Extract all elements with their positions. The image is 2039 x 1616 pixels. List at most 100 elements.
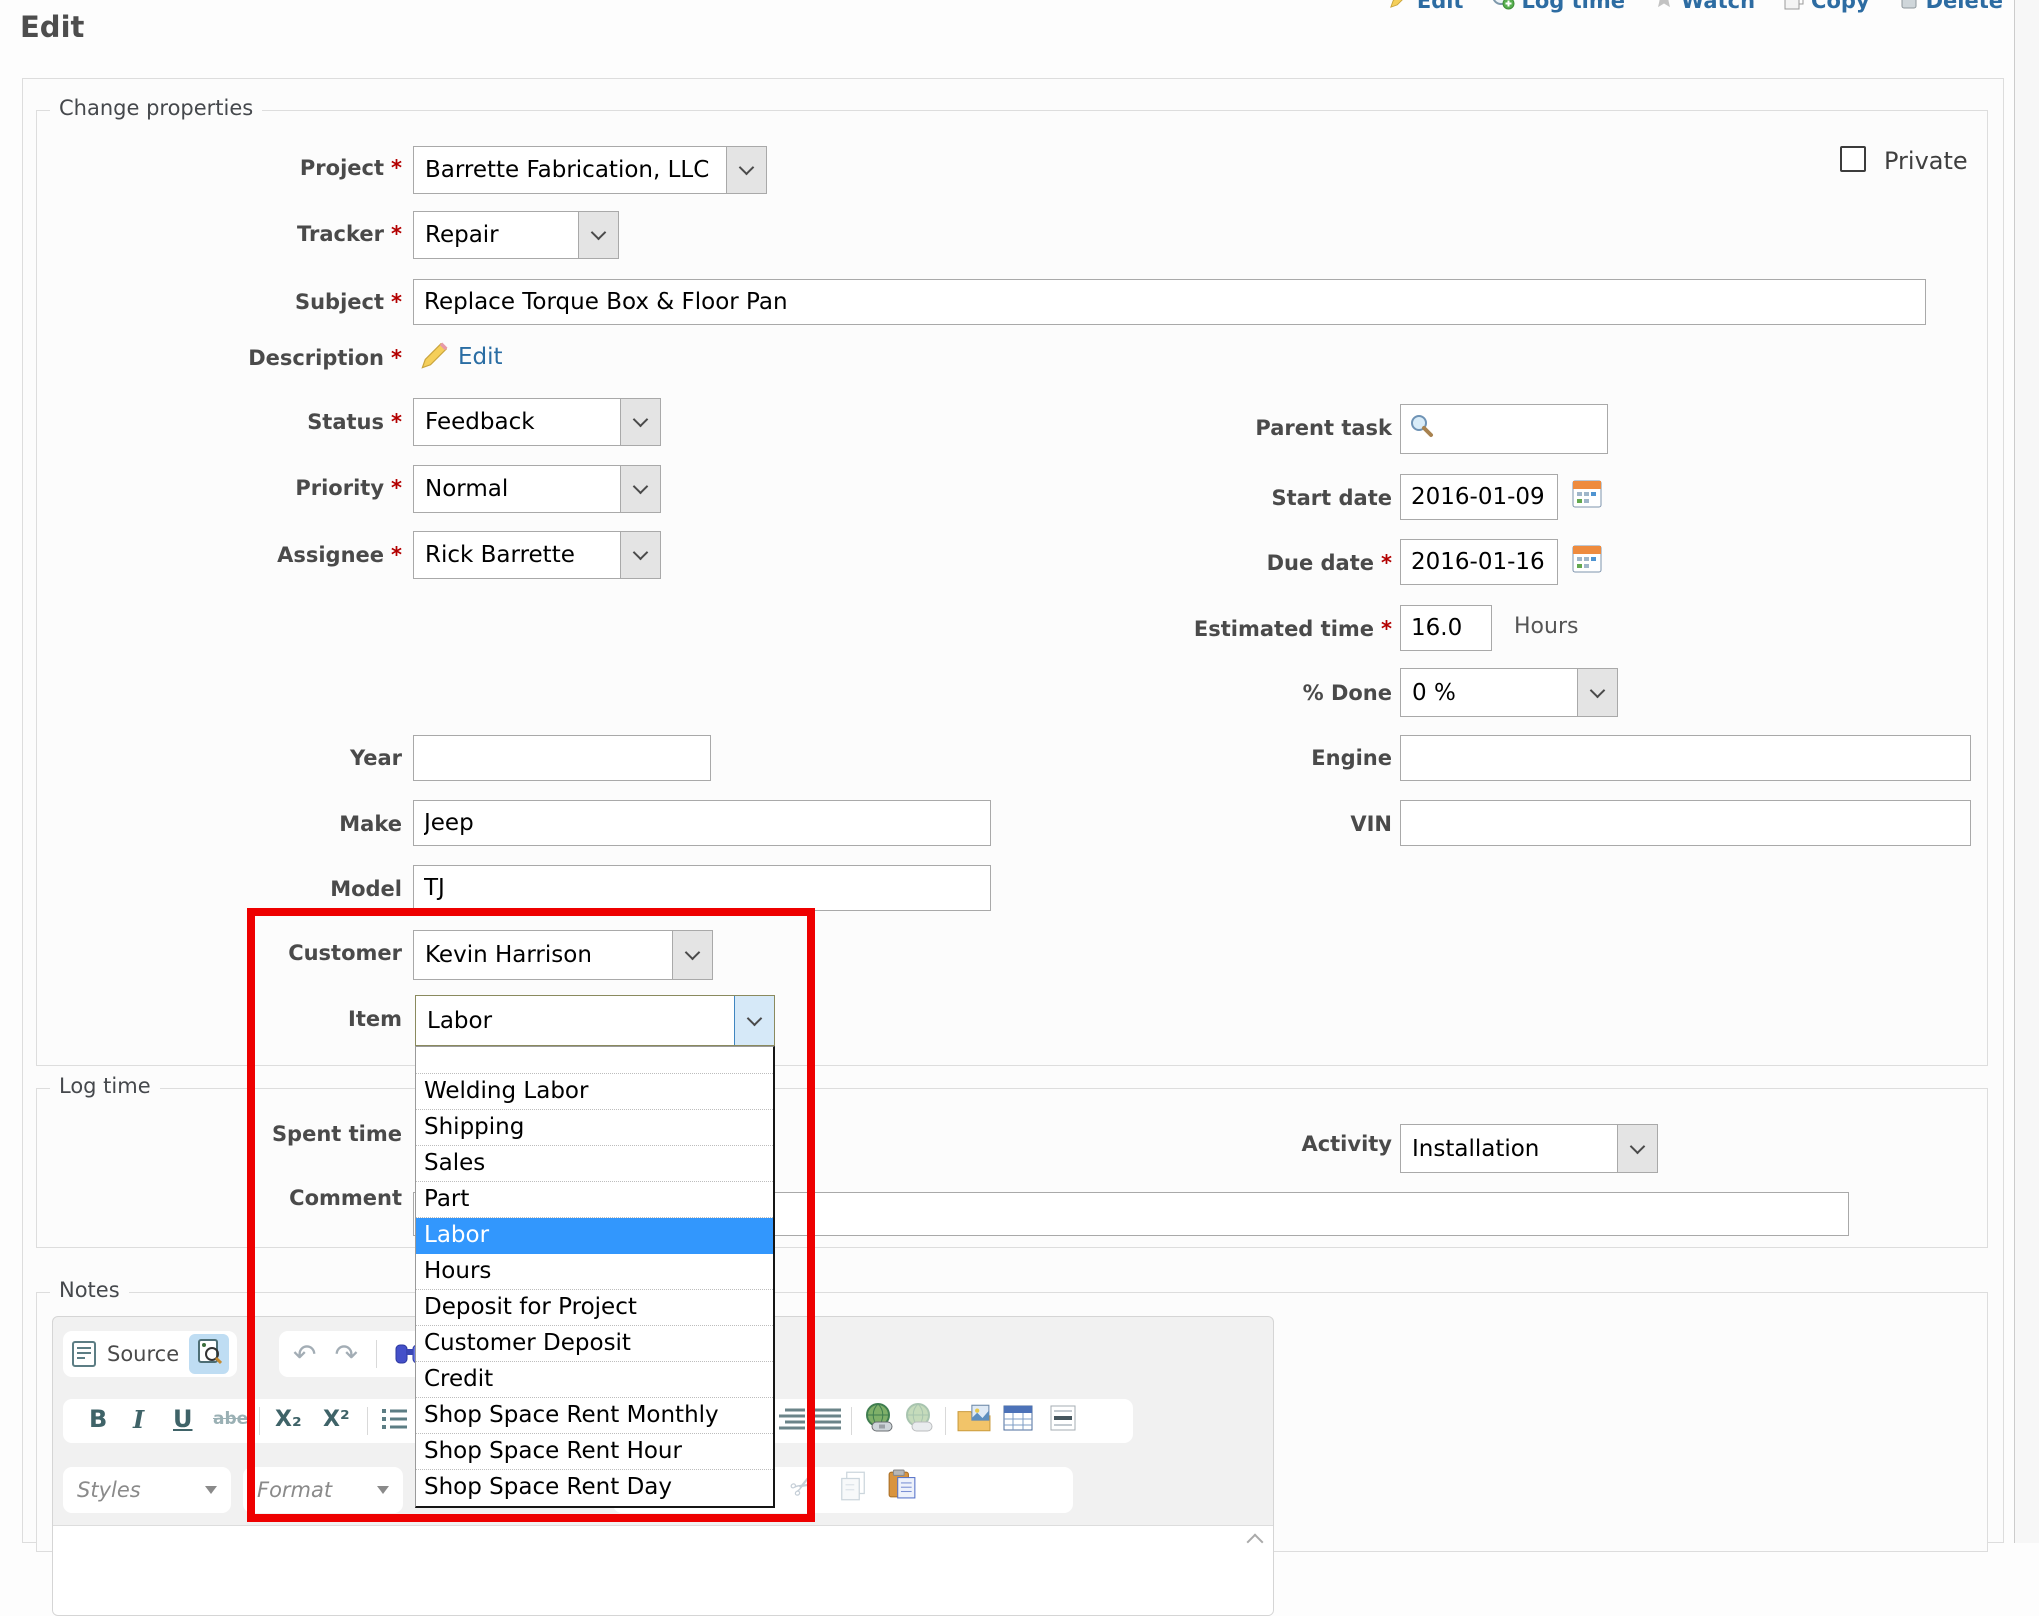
chevron-down-icon bbox=[1590, 682, 1606, 698]
dropdown-option[interactable]: Customer Deposit bbox=[416, 1326, 773, 1362]
templates-icon bbox=[196, 1338, 222, 1370]
chevron-down-icon bbox=[685, 945, 701, 961]
project-select-button[interactable] bbox=[726, 147, 766, 193]
tracker-select[interactable]: Repair bbox=[413, 211, 619, 259]
log-time-legend: Log time bbox=[50, 1074, 160, 1098]
justify-icon[interactable] bbox=[815, 1407, 841, 1431]
toolbar-separator bbox=[945, 1407, 946, 1435]
activity-label: Activity bbox=[1080, 1132, 1392, 1156]
dropdown-option[interactable]: Credit bbox=[416, 1362, 773, 1398]
toolbar-separator bbox=[851, 1407, 852, 1435]
status-select-button[interactable] bbox=[620, 399, 660, 445]
customer-value: Kevin Harrison bbox=[414, 931, 672, 979]
dropdown-option[interactable]: Part bbox=[416, 1182, 773, 1218]
chevron-down-icon bbox=[633, 479, 649, 495]
private-checkbox[interactable] bbox=[1840, 146, 1866, 172]
notes-legend: Notes bbox=[50, 1278, 129, 1302]
change-properties-legend: Change properties bbox=[50, 96, 262, 120]
priority-select-button[interactable] bbox=[620, 466, 660, 512]
browser-scrollbar[interactable] bbox=[2014, 0, 2039, 1543]
customer-select[interactable]: Kevin Harrison bbox=[413, 930, 713, 980]
dropdown-option[interactable]: Shipping bbox=[416, 1110, 773, 1146]
context-copy-link[interactable]: Copy bbox=[1783, 0, 1870, 15]
calendar-icon[interactable] bbox=[1572, 478, 1602, 512]
undo-icon[interactable]: ↶ bbox=[293, 1338, 316, 1371]
percent-done-select[interactable]: 0 % bbox=[1400, 668, 1618, 717]
edit-description-link[interactable]: Edit bbox=[458, 344, 503, 370]
activity-select-button[interactable] bbox=[1617, 1125, 1657, 1172]
dropdown-option-selected[interactable]: Labor bbox=[416, 1218, 773, 1254]
dropdown-option[interactable]: Shop Space Rent Day bbox=[416, 1470, 773, 1506]
context-edit-link[interactable]: Edit bbox=[1389, 0, 1464, 14]
horizontal-rule-icon[interactable] bbox=[1049, 1405, 1077, 1431]
dropdown-option[interactable]: Shop Space Rent Hour bbox=[416, 1434, 773, 1470]
activity-value: Installation bbox=[1401, 1125, 1617, 1172]
activity-select[interactable]: Installation bbox=[1400, 1124, 1658, 1173]
superscript-button[interactable]: X² bbox=[323, 1407, 350, 1432]
chevron-down-icon bbox=[747, 1010, 763, 1026]
image-icon[interactable] bbox=[957, 1403, 991, 1433]
due-date-input[interactable] bbox=[1400, 539, 1558, 585]
assignee-select-button[interactable] bbox=[620, 532, 660, 578]
year-input[interactable] bbox=[413, 735, 711, 781]
paste-icon[interactable] bbox=[887, 1469, 917, 1499]
make-input[interactable] bbox=[413, 800, 991, 846]
strikethrough-button[interactable]: abe bbox=[213, 1409, 248, 1429]
calendar-icon[interactable] bbox=[1572, 543, 1602, 577]
vin-input[interactable] bbox=[1400, 800, 1971, 846]
subject-input[interactable] bbox=[413, 279, 1926, 325]
tracker-value: Repair bbox=[414, 212, 578, 258]
align-right-icon[interactable] bbox=[779, 1407, 805, 1431]
copy-icon bbox=[1783, 0, 1805, 15]
table-icon[interactable] bbox=[1003, 1405, 1033, 1431]
context-watch-link[interactable]: Watch bbox=[1653, 0, 1755, 14]
context-toolbar: Edit Log time Watch Copy Delete bbox=[1389, 0, 2003, 15]
item-select-button[interactable] bbox=[734, 996, 774, 1045]
underline-button[interactable]: U bbox=[173, 1405, 193, 1433]
dropdown-option[interactable]: Shop Space Rent Monthly bbox=[416, 1398, 773, 1434]
percent-done-select-button[interactable] bbox=[1577, 669, 1617, 716]
assignee-select[interactable]: Rick Barrette bbox=[413, 531, 661, 579]
templates-button[interactable] bbox=[189, 1334, 229, 1374]
numbered-list-icon[interactable] bbox=[381, 1407, 407, 1431]
format-dropdown[interactable]: Format bbox=[243, 1467, 403, 1513]
dropdown-option[interactable]: Hours bbox=[416, 1254, 773, 1290]
assignee-value: Rick Barrette bbox=[414, 532, 620, 578]
redo-icon[interactable]: ↷ bbox=[334, 1338, 357, 1371]
estimated-time-input[interactable] bbox=[1400, 605, 1492, 651]
source-button[interactable]: Source bbox=[107, 1342, 179, 1366]
link-icon[interactable] bbox=[863, 1403, 897, 1433]
page-title: Edit bbox=[20, 10, 84, 44]
subscript-button[interactable]: X₂ bbox=[275, 1407, 302, 1432]
customer-select-button[interactable] bbox=[672, 931, 712, 979]
dropdown-option[interactable] bbox=[416, 1047, 773, 1074]
status-select[interactable]: Feedback bbox=[413, 398, 661, 446]
italic-button[interactable]: I bbox=[133, 1405, 144, 1434]
due-date-label: Due date* bbox=[1020, 551, 1392, 575]
context-delete-link[interactable]: Delete bbox=[1898, 0, 2003, 15]
copy-pages-icon[interactable] bbox=[839, 1471, 867, 1501]
model-input[interactable] bbox=[413, 865, 991, 911]
start-date-input[interactable] bbox=[1400, 474, 1558, 520]
styles-dropdown[interactable]: Styles bbox=[63, 1467, 231, 1513]
dropdown-option[interactable]: Deposit for Project bbox=[416, 1290, 773, 1326]
dropdown-arrow-icon bbox=[377, 1486, 389, 1494]
context-edit-label: Edit bbox=[1417, 0, 1464, 13]
engine-input[interactable] bbox=[1400, 735, 1971, 781]
editor-content-area[interactable] bbox=[53, 1525, 1273, 1616]
context-watch-label: Watch bbox=[1681, 0, 1755, 13]
priority-select[interactable]: Normal bbox=[413, 465, 661, 513]
change-properties-fieldset bbox=[36, 110, 1988, 1066]
chevron-down-icon bbox=[1630, 1138, 1646, 1154]
context-log-time-link[interactable]: Log time bbox=[1491, 0, 1625, 15]
project-select[interactable]: Barrette Fabrication, LLC bbox=[413, 146, 767, 194]
item-select[interactable]: Labor bbox=[415, 995, 775, 1046]
bold-button[interactable]: B bbox=[89, 1405, 107, 1433]
dropdown-option[interactable]: Sales bbox=[416, 1146, 773, 1182]
scroll-up-icon[interactable] bbox=[1247, 1534, 1264, 1551]
make-label: Make bbox=[20, 812, 402, 836]
unlink-icon[interactable] bbox=[903, 1403, 937, 1433]
parent-task-input[interactable] bbox=[1400, 404, 1608, 454]
dropdown-option[interactable]: Welding Labor bbox=[416, 1074, 773, 1110]
tracker-select-button[interactable] bbox=[578, 212, 618, 258]
